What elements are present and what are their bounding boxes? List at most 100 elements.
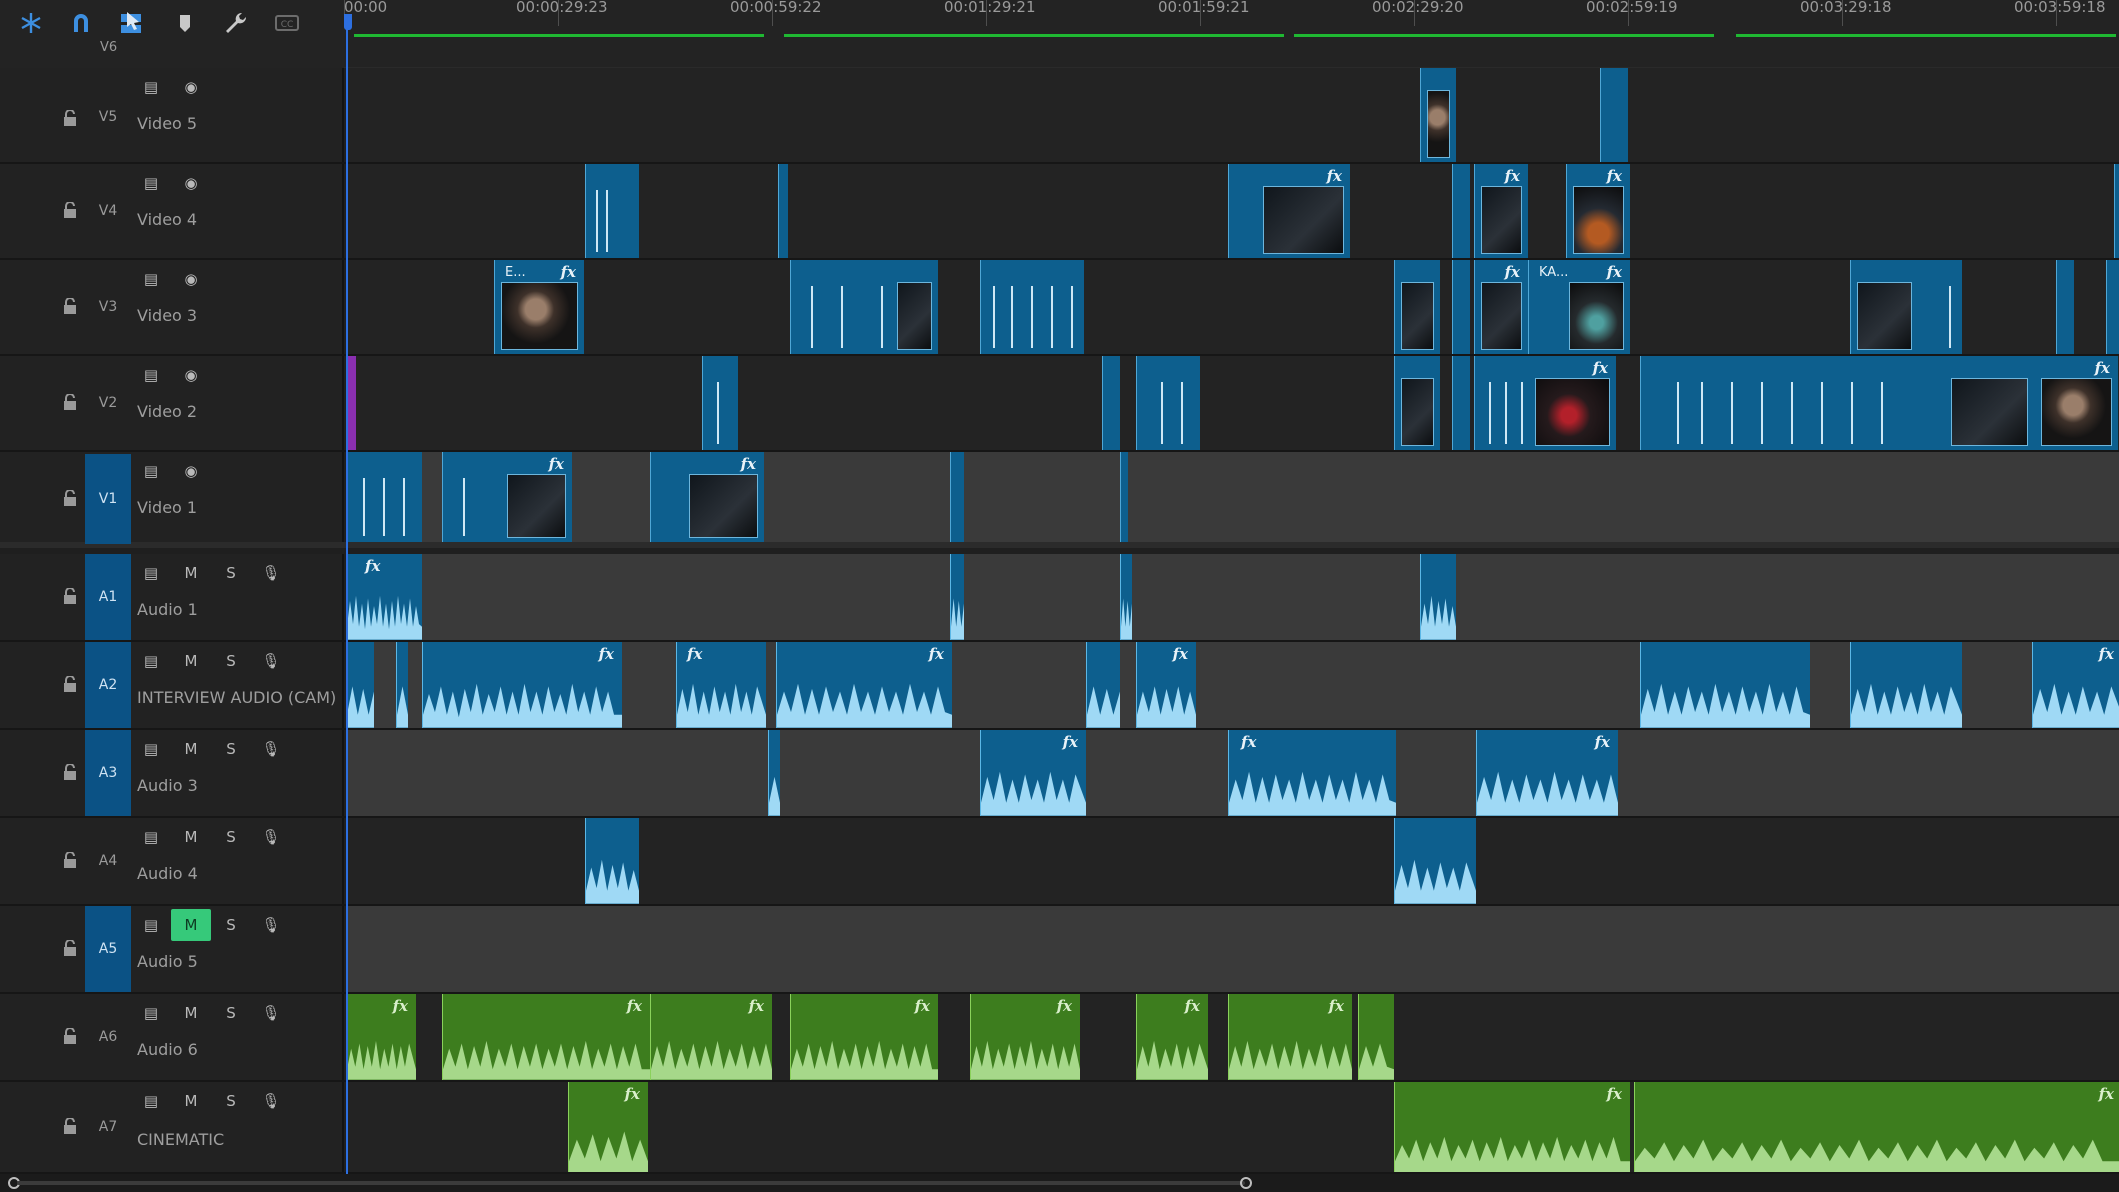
track-lane[interactable]: fx fx bbox=[346, 452, 2119, 542]
music-clip[interactable]: fx bbox=[1228, 994, 1352, 1080]
track-id[interactable]: A3 bbox=[85, 730, 131, 816]
audio-clip[interactable]: fx bbox=[1476, 730, 1618, 816]
music-clip[interactable]: fx bbox=[1634, 1082, 2119, 1172]
track-id[interactable]: V2 bbox=[85, 384, 131, 422]
lock-icon[interactable] bbox=[63, 1118, 77, 1134]
video-clip[interactable]: fx bbox=[650, 452, 764, 542]
track-id[interactable]: A5 bbox=[85, 906, 131, 992]
audio-clip[interactable] bbox=[1120, 554, 1132, 640]
video-clip[interactable]: E... fx bbox=[494, 260, 584, 354]
lock-icon[interactable] bbox=[63, 490, 77, 506]
scroll-handle-right[interactable] bbox=[1240, 1177, 1252, 1189]
track-lane[interactable]: fx fx fx fx fx bbox=[346, 642, 2119, 728]
eye-icon[interactable]: ◉ bbox=[180, 268, 202, 290]
audio-clip[interactable] bbox=[1394, 818, 1476, 904]
track-id[interactable]: V5 bbox=[85, 98, 131, 136]
eye-icon[interactable]: ◉ bbox=[180, 460, 202, 482]
lock-icon[interactable] bbox=[63, 852, 77, 868]
audio-clip[interactable] bbox=[1640, 642, 1810, 728]
video-clip[interactable]: fx bbox=[1474, 356, 1616, 450]
microphone-icon[interactable]: 🎙 bbox=[260, 1002, 282, 1024]
music-clip[interactable] bbox=[1358, 994, 1394, 1080]
microphone-icon[interactable]: 🎙 bbox=[260, 914, 282, 936]
music-clip[interactable]: fx bbox=[568, 1082, 648, 1172]
audio-clip[interactable] bbox=[1086, 642, 1120, 728]
film-icon[interactable]: ▤ bbox=[140, 914, 162, 936]
film-icon[interactable]: ▤ bbox=[140, 268, 162, 290]
audio-clip[interactable] bbox=[1850, 642, 1962, 728]
music-clip[interactable]: fx bbox=[1394, 1082, 1630, 1172]
solo-button[interactable]: S bbox=[220, 826, 242, 848]
video-clip[interactable]: fx bbox=[1228, 164, 1350, 258]
lock-icon[interactable] bbox=[63, 764, 77, 780]
music-clip[interactable]: fx bbox=[1136, 994, 1208, 1080]
time-ruler[interactable]: 00:00 00:00:29:23 00:00:59:22 00:01:29:2… bbox=[344, 0, 2119, 68]
solo-button[interactable]: S bbox=[220, 650, 242, 672]
lock-icon[interactable] bbox=[63, 588, 77, 604]
video-clip[interactable] bbox=[1452, 164, 1470, 258]
video-clip[interactable] bbox=[1394, 260, 1440, 354]
captions-icon[interactable]: CC bbox=[270, 6, 304, 40]
microphone-icon[interactable]: 🎙 bbox=[260, 826, 282, 848]
video-clip[interactable] bbox=[346, 452, 422, 542]
video-clip[interactable] bbox=[2114, 164, 2119, 258]
track-id[interactable]: V4 bbox=[85, 192, 131, 230]
video-clip[interactable] bbox=[585, 164, 639, 258]
video-clip[interactable] bbox=[2106, 260, 2119, 354]
audio-clip[interactable]: fx bbox=[1228, 730, 1396, 816]
video-clip[interactable]: fx bbox=[1474, 164, 1528, 258]
film-icon[interactable]: ▤ bbox=[140, 650, 162, 672]
track-lane[interactable]: fx fx fx bbox=[346, 730, 2119, 816]
film-icon[interactable]: ▤ bbox=[140, 172, 162, 194]
track-id[interactable]: A2 bbox=[85, 642, 131, 728]
track-id[interactable]: V1 bbox=[85, 454, 131, 544]
solo-button[interactable]: S bbox=[220, 562, 242, 584]
wrench-icon[interactable] bbox=[218, 6, 252, 40]
track-lane[interactable]: fx fx fx fx fx fx fx bbox=[346, 994, 2119, 1080]
track-lane[interactable] bbox=[346, 818, 2119, 904]
track-id[interactable]: A1 bbox=[85, 554, 131, 640]
audio-clip[interactable]: fx bbox=[422, 642, 622, 728]
track-lane[interactable] bbox=[346, 906, 2119, 992]
film-icon[interactable]: ▤ bbox=[140, 562, 162, 584]
eye-icon[interactable]: ◉ bbox=[180, 172, 202, 194]
marker-icon[interactable] bbox=[168, 6, 202, 40]
lock-icon[interactable] bbox=[63, 676, 77, 692]
solo-button[interactable]: S bbox=[220, 1002, 242, 1024]
video-clip[interactable] bbox=[1850, 260, 1962, 354]
track-lane[interactable]: fx fx fx bbox=[346, 164, 2119, 258]
audio-clip[interactable]: fx bbox=[776, 642, 952, 728]
solo-button[interactable]: S bbox=[220, 738, 242, 760]
film-icon[interactable]: ▤ bbox=[140, 76, 162, 98]
audio-clip[interactable]: fx bbox=[676, 642, 766, 728]
audio-clip[interactable] bbox=[1420, 554, 1456, 640]
video-clip[interactable] bbox=[790, 260, 938, 354]
audio-clip[interactable] bbox=[768, 730, 780, 816]
scroll-thumb[interactable] bbox=[17, 1181, 1245, 1185]
mute-button[interactable]: M bbox=[180, 826, 202, 848]
linked-selection-icon[interactable] bbox=[114, 6, 148, 40]
audio-clip[interactable] bbox=[585, 818, 639, 904]
mute-button[interactable]: M bbox=[180, 562, 202, 584]
audio-clip[interactable]: fx bbox=[346, 554, 422, 640]
eye-icon[interactable]: ◉ bbox=[180, 76, 202, 98]
audio-clip[interactable]: fx bbox=[980, 730, 1086, 816]
track-lane[interactable]: fx fx fx bbox=[346, 1082, 2119, 1172]
magnet-icon[interactable] bbox=[64, 6, 98, 40]
video-clip[interactable] bbox=[980, 260, 1084, 354]
video-clip[interactable] bbox=[1600, 68, 1628, 162]
audio-clip[interactable]: fx bbox=[1136, 642, 1196, 728]
microphone-icon[interactable]: 🎙 bbox=[260, 562, 282, 584]
music-clip[interactable]: fx bbox=[442, 994, 650, 1080]
track-id[interactable]: A7 bbox=[85, 1108, 131, 1146]
film-icon[interactable]: ▤ bbox=[140, 1090, 162, 1112]
track-id[interactable]: A4 bbox=[85, 842, 131, 880]
video-clip[interactable] bbox=[1136, 356, 1200, 450]
video-clip[interactable] bbox=[2056, 260, 2074, 354]
mute-button[interactable]: M bbox=[180, 1002, 202, 1024]
track-lane[interactable]: E... fx fx KA... fx bbox=[346, 260, 2119, 354]
video-clip[interactable] bbox=[1120, 452, 1128, 542]
video-clip[interactable] bbox=[950, 452, 964, 542]
solo-button[interactable]: S bbox=[220, 914, 242, 936]
track-lane[interactable]: fx bbox=[346, 554, 2119, 640]
